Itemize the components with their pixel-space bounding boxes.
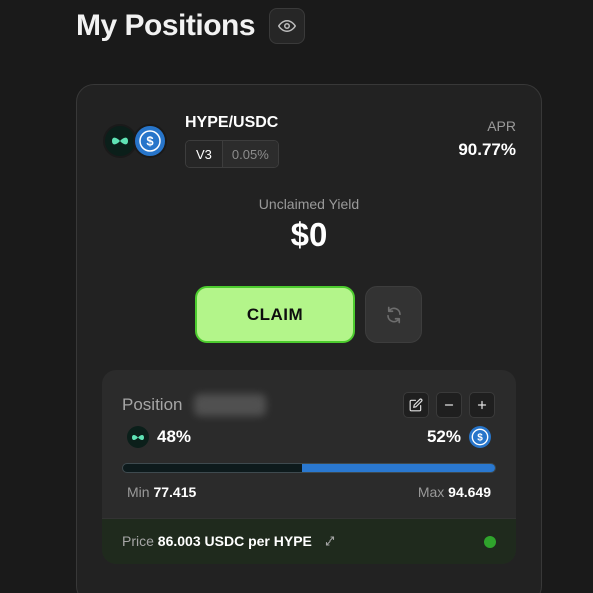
usdc-share: 52% $	[427, 426, 491, 448]
header: My Positions	[76, 8, 306, 44]
position-card: $ HYPE/USDC V3 0.05% APR 90.77% Unclaime…	[76, 84, 542, 593]
page: My Positions $ HYPE/USDC V3 0.05% APR 90…	[0, 0, 593, 593]
unclaimed-yield-value: $0	[290, 216, 328, 253]
usdc-token-icon: $	[469, 426, 491, 448]
claim-button[interactable]: CLAIM	[195, 286, 355, 343]
usdc-share-pct: 52%	[426, 427, 461, 446]
pool-version: V3	[186, 141, 223, 167]
current-price: Price 86.003 USDC per HYPE	[122, 533, 336, 549]
position-id-hidden	[194, 394, 266, 416]
plus-icon	[477, 400, 487, 410]
price-bar: Price 86.003 USDC per HYPE	[102, 518, 516, 564]
remove-liquidity-button[interactable]	[436, 392, 462, 418]
hype-token-icon	[103, 124, 137, 158]
add-liquidity-button[interactable]	[469, 392, 495, 418]
token-pair-icons: $	[103, 122, 167, 158]
refresh-icon	[386, 306, 401, 323]
swap-icon[interactable]	[324, 535, 336, 547]
price-unit: USDC per HYPE	[204, 533, 312, 549]
max-price-label: Max	[417, 484, 445, 500]
svg-text:$: $	[146, 134, 154, 149]
pool-badge: V3 0.05%	[185, 140, 279, 168]
position-label: Position	[122, 395, 183, 414]
min-price-label: Min	[127, 484, 150, 500]
minus-icon	[444, 404, 454, 406]
min-price: Min 77.415	[127, 484, 196, 500]
in-range-status-dot	[484, 536, 496, 548]
pair-name: HYPE/USDC	[185, 114, 279, 131]
svg-text:$: $	[477, 432, 483, 443]
usdc-composition-fill	[301, 464, 495, 472]
usdc-token-icon: $	[133, 124, 167, 158]
max-price: Max 94.649	[418, 484, 491, 500]
apr-label: APR	[487, 118, 516, 134]
pool-fee: 0.05%	[222, 141, 278, 167]
toggle-visibility-button[interactable]	[269, 8, 306, 44]
edit-position-button[interactable]	[403, 392, 429, 418]
hype-token-icon	[127, 426, 149, 448]
composition-bar	[122, 463, 496, 473]
hype-share-pct: 48%	[157, 427, 192, 446]
edit-icon	[409, 398, 423, 412]
min-price-value: 77.415	[153, 484, 197, 500]
position-panel: Position 48% 52% $ Min 77.415 Max 94.649…	[102, 370, 516, 564]
price-label: Price	[122, 533, 154, 549]
max-price-value: 94.649	[448, 484, 491, 500]
refresh-button[interactable]	[365, 286, 422, 343]
apr-value: 90.77%	[458, 140, 516, 159]
hype-share: 48%	[127, 426, 191, 448]
unclaimed-yield-label: Unclaimed Yield	[258, 196, 360, 212]
page-title: My Positions	[76, 9, 256, 42]
price-value: 86.003	[157, 533, 201, 549]
eye-icon	[278, 20, 297, 32]
